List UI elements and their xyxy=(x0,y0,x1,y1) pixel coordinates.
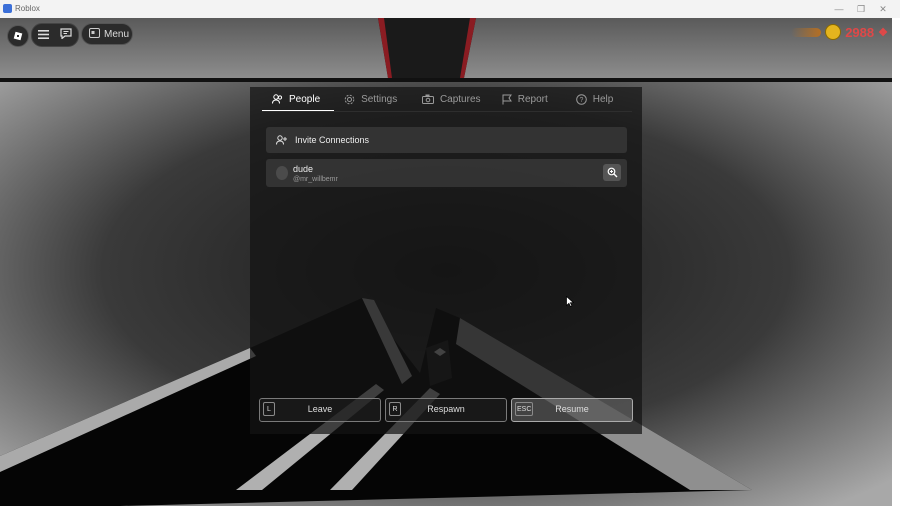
window-title: Roblox xyxy=(15,4,40,13)
player-username: @mr_willbemr xyxy=(293,176,338,183)
menu-tabs: People Settings Captures Report ? Help xyxy=(262,87,632,112)
currency-display: 2988 ❖ xyxy=(776,23,888,41)
camera-icon xyxy=(421,94,434,104)
gear-icon xyxy=(344,94,355,104)
leave-button[interactable]: L Leave xyxy=(259,398,381,422)
tab-report-label: Report xyxy=(517,93,548,105)
resume-button[interactable]: ESC Resume xyxy=(511,398,633,422)
player-display-name: dude xyxy=(293,164,314,174)
avatar xyxy=(276,166,288,180)
tab-help-label: Help xyxy=(592,93,614,105)
flag-icon xyxy=(502,94,512,104)
player-row[interactable]: dude @mr_willbemr xyxy=(266,159,627,187)
tab-help[interactable]: ? Help xyxy=(566,87,632,111)
menu-button[interactable]: Menu xyxy=(81,23,133,45)
mouse-cursor-icon xyxy=(566,294,575,312)
close-button[interactable]: ✕ xyxy=(872,0,894,18)
leave-label: Leave xyxy=(307,404,333,414)
respawn-label: Respawn xyxy=(427,404,465,414)
help-icon: ? xyxy=(575,93,587,105)
invite-connections-button[interactable]: Invite Connections xyxy=(266,127,627,153)
svg-text:?: ? xyxy=(579,97,583,104)
tab-divider xyxy=(262,111,632,112)
hud-button-group xyxy=(31,23,79,47)
roblox-app-icon xyxy=(3,4,12,13)
roblox-logo-icon xyxy=(13,31,23,41)
tab-people-label: People xyxy=(289,93,321,105)
respawn-button[interactable]: R Respawn xyxy=(385,398,507,422)
currency-value: 2988 xyxy=(845,24,875,40)
tab-captures-label: Captures xyxy=(439,93,481,105)
tab-people[interactable]: People xyxy=(262,87,335,112)
tab-settings-label: Settings xyxy=(361,93,398,105)
menu-button-label: Menu xyxy=(104,28,130,40)
resume-label: Resume xyxy=(555,404,589,414)
coin-icon xyxy=(825,24,842,40)
invite-connections-label: Invite Connections xyxy=(295,135,370,145)
window-titlebar: Roblox — ❐ ✕ xyxy=(0,0,900,18)
tab-report[interactable]: Report xyxy=(492,87,566,111)
add-person-icon xyxy=(276,135,287,145)
action-bar: L Leave R Respawn ESC Resume xyxy=(259,398,635,422)
restore-button[interactable]: ❐ xyxy=(850,0,872,18)
people-icon xyxy=(272,94,283,104)
roblox-logo-button[interactable] xyxy=(7,25,29,47)
inspect-player-button[interactable] xyxy=(603,164,621,181)
robux-icon: ❖ xyxy=(878,26,888,39)
window-edge xyxy=(892,18,900,506)
magnifier-icon xyxy=(607,167,617,178)
tab-settings[interactable]: Settings xyxy=(334,87,412,111)
minimize-button[interactable]: — xyxy=(828,0,850,18)
tab-captures[interactable]: Captures xyxy=(412,87,492,111)
menu-window-icon xyxy=(89,27,100,41)
hamburger-menu-icon[interactable] xyxy=(37,26,49,44)
currency-trail xyxy=(791,27,822,37)
chat-icon[interactable] xyxy=(60,26,72,44)
